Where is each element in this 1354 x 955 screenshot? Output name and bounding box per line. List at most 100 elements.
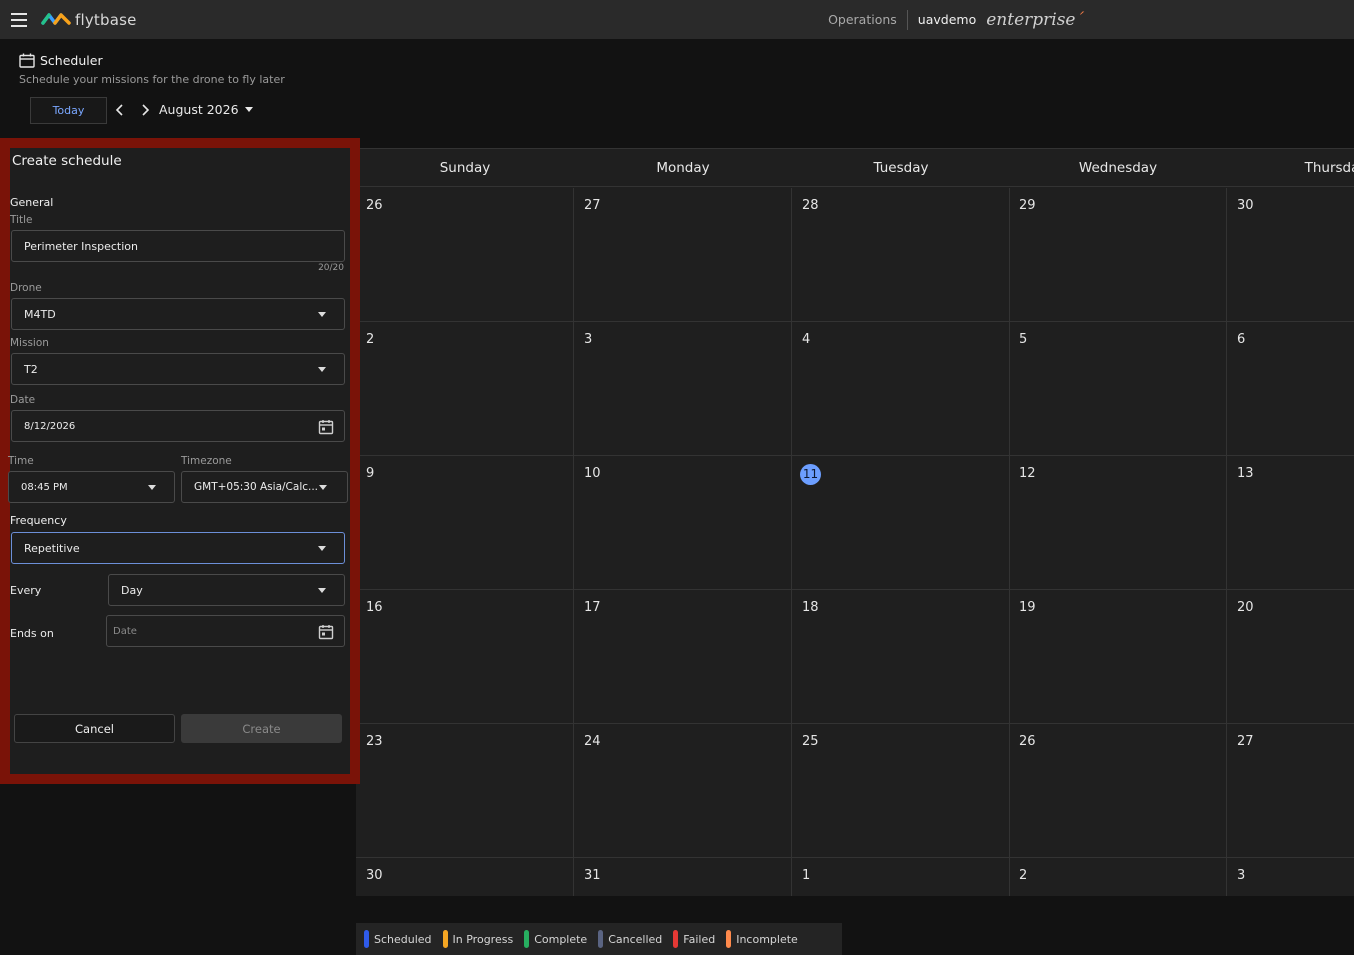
edition-label: enterprise´ [986, 9, 1084, 30]
day-number: 23 [366, 734, 383, 749]
calendar-day-cell[interactable]: 27 [1227, 724, 1354, 858]
day-number: 9 [366, 466, 375, 481]
day-number: 24 [584, 734, 601, 749]
timezone-label: Timezone [181, 455, 232, 467]
previous-month-icon[interactable] [114, 103, 126, 117]
day-number: 4 [802, 332, 811, 347]
title-value: Perimeter Inspection [24, 239, 138, 253]
day-number: 10 [584, 466, 601, 481]
calendar-day-cell[interactable]: 4 [792, 322, 1010, 456]
calendar-day-cell[interactable]: 2 [1009, 858, 1227, 896]
weekday-header: Sunday Monday Tuesday Wednesday Thursday [356, 149, 1354, 187]
chevron-down-icon [244, 107, 253, 112]
calendar-day-cell[interactable]: 31 [574, 858, 792, 896]
calendar-day-cell[interactable]: 27 [574, 188, 792, 322]
calendar-day-cell[interactable]: 29 [1009, 188, 1227, 322]
drone-select[interactable]: M4TD [11, 298, 345, 330]
day-number: 31 [584, 868, 601, 883]
legend-label: Complete [534, 932, 588, 946]
calendar-day-cell[interactable]: 1 [792, 858, 1010, 896]
cancel-button[interactable]: Cancel [14, 714, 175, 743]
legend-label: Scheduled [374, 932, 432, 946]
day-number: 26 [1019, 734, 1036, 749]
ends-on-input[interactable]: Date [106, 615, 345, 647]
calendar-day-cell[interactable]: 19 [1009, 590, 1227, 724]
calendar-day-cell[interactable]: 23 [356, 724, 574, 858]
day-number: 20 [1237, 600, 1254, 615]
calendar-day-cell[interactable]: 18 [792, 590, 1010, 724]
frequency-select[interactable]: Repetitive [11, 532, 345, 564]
day-number: 26 [366, 198, 383, 213]
mission-select[interactable]: T2 [11, 353, 345, 385]
calendar-icon [19, 53, 35, 68]
calendar-day-cell[interactable]: 25 [792, 724, 1010, 858]
menu-icon[interactable] [11, 13, 27, 27]
calendar-day-cell[interactable]: 3 [1227, 858, 1354, 896]
top-bar: flytbase Operations uavdemo enterprise´ [0, 0, 1354, 39]
calendar-day-cell[interactable]: 28 [792, 188, 1010, 322]
every-value: Day [121, 583, 143, 597]
day-number: 13 [1237, 466, 1254, 481]
chevron-down-icon [318, 546, 326, 551]
calendar-day-cell[interactable]: 17 [574, 590, 792, 724]
calendar-day-cell[interactable]: 2 [356, 322, 574, 456]
day-number: 2 [1019, 868, 1028, 883]
legend-label: In Progress [452, 932, 514, 946]
username[interactable]: uavdemo [918, 12, 976, 27]
create-button[interactable]: Create [181, 714, 342, 743]
calendar-icon[interactable] [318, 419, 334, 435]
weekday-wednesday: Wednesday [1078, 160, 1158, 176]
time-select[interactable]: 08:45 PM [8, 471, 175, 503]
day-number: 5 [1019, 332, 1028, 347]
calendar-day-cell[interactable]: 20 [1227, 590, 1354, 724]
calendar-day-cell[interactable]: 3 [574, 322, 792, 456]
time-value: 08:45 PM [21, 481, 68, 493]
day-number: 6 [1237, 332, 1246, 347]
calendar-day-cell[interactable]: 30 [356, 858, 574, 896]
calendar-day-cell[interactable]: 6 [1227, 322, 1354, 456]
day-number: 28 [802, 198, 819, 213]
timezone-select[interactable]: GMT+05:30 Asia/Calc... [181, 471, 348, 503]
calendar-day-cell[interactable]: 24 [574, 724, 792, 858]
legend-label: Cancelled [608, 932, 663, 946]
create-schedule-panel: Create schedule General Title Perimeter … [8, 148, 350, 774]
title-input[interactable]: Perimeter Inspection [11, 230, 345, 262]
flytbase-logo[interactable]: flytbase [41, 8, 137, 32]
calendar-day-cell[interactable]: 10 [574, 456, 792, 590]
frequency-value: Repetitive [24, 541, 80, 555]
title-label: Title [10, 214, 33, 226]
calendar-icon[interactable] [318, 624, 334, 640]
next-month-icon[interactable] [139, 103, 151, 117]
today-button[interactable]: Today [30, 97, 107, 124]
month-calendar: Sunday Monday Tuesday Wednesday Thursday… [356, 148, 1354, 896]
weekday-monday: Monday [656, 160, 710, 176]
every-select[interactable]: Day [108, 574, 345, 606]
legend-label: Incomplete [736, 932, 798, 946]
calendar-day-cell[interactable]: 12 [1009, 456, 1227, 590]
calendar-day-cell[interactable]: 30 [1227, 188, 1354, 322]
day-number: 29 [1019, 198, 1036, 213]
calendar-day-cell[interactable]: 26 [356, 188, 574, 322]
calendar-day-cell[interactable]: 26 [1009, 724, 1227, 858]
calendar-day-cell[interactable]: 13 [1227, 456, 1354, 590]
month-selector[interactable]: August 2026 [159, 102, 253, 117]
operations-link[interactable]: Operations [828, 9, 908, 30]
month-label: August 2026 [159, 102, 239, 117]
calendar-day-cell[interactable]: 5 [1009, 322, 1227, 456]
legend-item-cancelled: Cancelled [598, 930, 662, 948]
title-char-counter: 20/20 [318, 263, 344, 273]
date-input[interactable]: 8/12/2026 [11, 410, 345, 442]
frequency-label: Frequency [10, 514, 67, 527]
ends-on-placeholder: Date [113, 625, 137, 637]
date-value: 8/12/2026 [24, 420, 76, 432]
status-legend: Scheduled In Progress Complete Cancelled… [356, 923, 842, 955]
calendar-day-cell[interactable]: 11 [792, 456, 1010, 590]
day-number: 27 [584, 198, 601, 213]
time-label: Time [8, 455, 34, 467]
day-number: 11 [800, 464, 821, 485]
legend-swatch [673, 930, 679, 948]
calendar-day-cell[interactable]: 9 [356, 456, 574, 590]
calendar-day-cell[interactable]: 16 [356, 590, 574, 724]
date-label: Date [10, 394, 36, 406]
day-number: 16 [366, 600, 383, 615]
